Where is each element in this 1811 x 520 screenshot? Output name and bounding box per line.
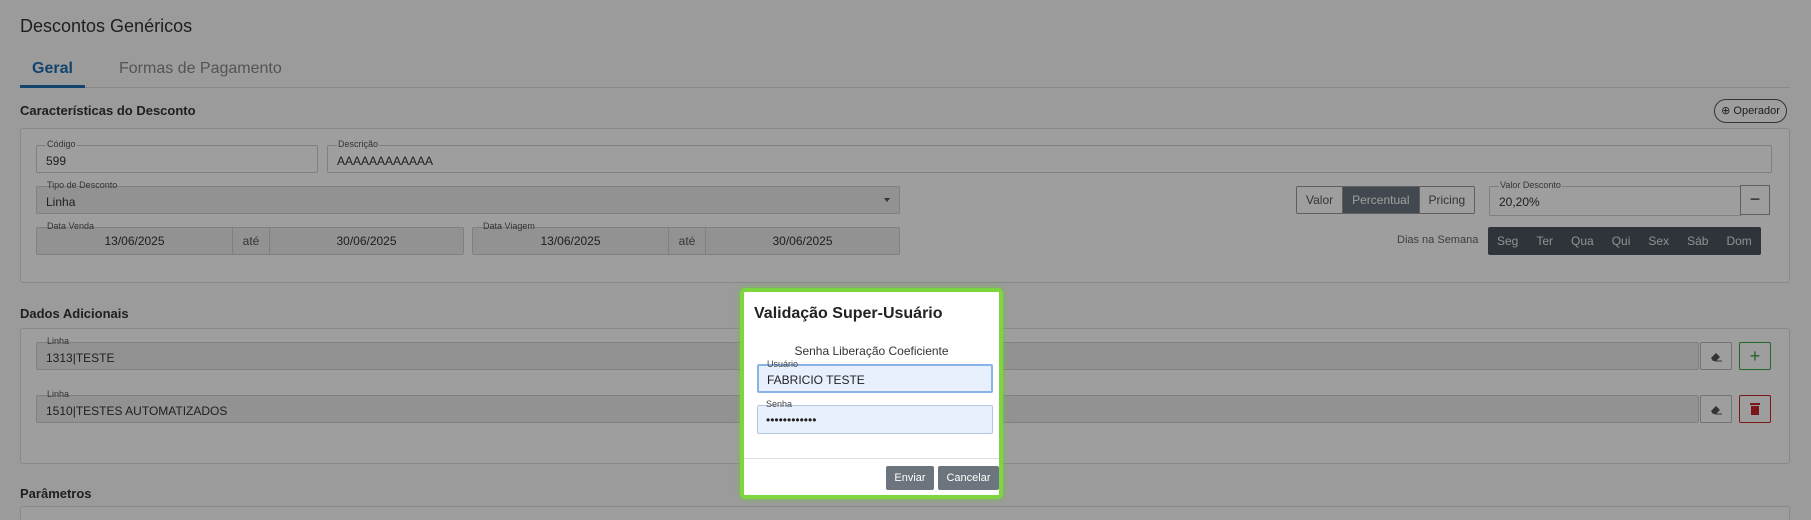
senha-value: •••••••••••• <box>766 413 817 427</box>
dialog-divider <box>744 458 999 459</box>
senha-label: Senha <box>766 399 793 409</box>
dialog-subtitle: Senha Liberação Coeficiente <box>794 344 949 358</box>
usuario-value: FABRICIO TESTE <box>767 373 865 387</box>
super-user-dialog: Validação Super-Usuário Senha Liberação … <box>740 288 1003 499</box>
usuario-field[interactable]: Usuário FABRICIO TESTE <box>757 359 993 393</box>
enviar-button[interactable]: Enviar <box>886 466 934 490</box>
usuario-label: Usuário <box>767 359 799 369</box>
dialog-title: Validação Super-Usuário <box>754 305 943 322</box>
cancelar-button[interactable]: Cancelar <box>938 466 999 490</box>
senha-field[interactable]: Senha •••••••••••• <box>757 399 993 434</box>
